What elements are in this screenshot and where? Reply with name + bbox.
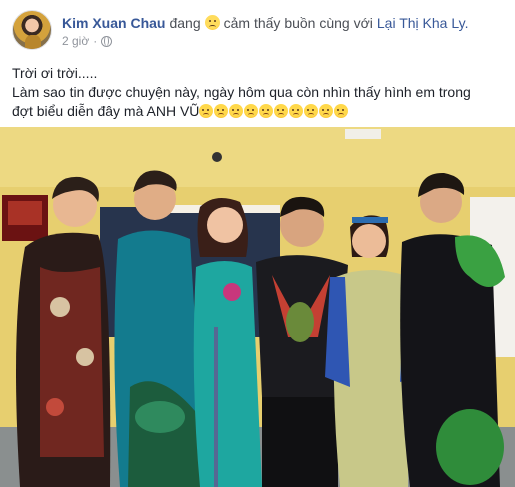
author-avatar[interactable] (12, 10, 52, 50)
sad-emoji-icon (214, 104, 229, 118)
sad-emoji-icon (199, 104, 214, 118)
globe-icon[interactable] (101, 35, 113, 47)
author-name[interactable]: Kim Xuan Chau (62, 15, 165, 31)
meta-separator: · (93, 34, 98, 48)
post-photo[interactable] (0, 127, 515, 487)
sad-emoji-icon (229, 104, 244, 118)
tagged-user-link[interactable]: Lại Thị Kha Ly. (377, 15, 469, 31)
crying-emoji-row (199, 104, 349, 123)
sad-emoji-icon (244, 104, 259, 118)
sad-emoji-icon (289, 104, 304, 118)
post-text-line-3: đợt biểu diễn đây mà ANH VŨ (12, 102, 507, 123)
post-meta: 2 giờ · (62, 34, 113, 48)
post-text-line-3-content: đợt biểu diễn đây mà ANH VŨ (12, 103, 200, 119)
post-text-line-1: Trời ơi trời..... (12, 65, 98, 81)
post-text: Trời ơi trời..... Làm sao tin được chuyệ… (12, 64, 507, 123)
sad-emoji-icon (304, 104, 319, 118)
feeling-text: cảm thấy buồn cùng với (223, 15, 373, 31)
post-text-line-2: Làm sao tin được chuyện này, ngày hôm qu… (12, 84, 471, 100)
facebook-post: Kim Xuan Chau đang cảm thấy buồn cùng với L… (0, 0, 515, 487)
sad-emoji-icon (274, 104, 289, 118)
post-timestamp[interactable]: 2 giờ (62, 34, 89, 48)
post-header: Kim Xuan Chau đang cảm thấy buồn cùng với L… (12, 10, 507, 54)
sad-emoji-icon (319, 104, 334, 118)
sad-emoji-icon (259, 104, 274, 118)
post-headline: Kim Xuan Chau đang cảm thấy buồn cùng với L… (62, 14, 468, 32)
sad-emoji-icon (334, 104, 349, 118)
activity-verb: đang (169, 15, 201, 31)
sad-face-emoji-icon (204, 15, 220, 30)
group-photo-illustration (0, 127, 515, 487)
